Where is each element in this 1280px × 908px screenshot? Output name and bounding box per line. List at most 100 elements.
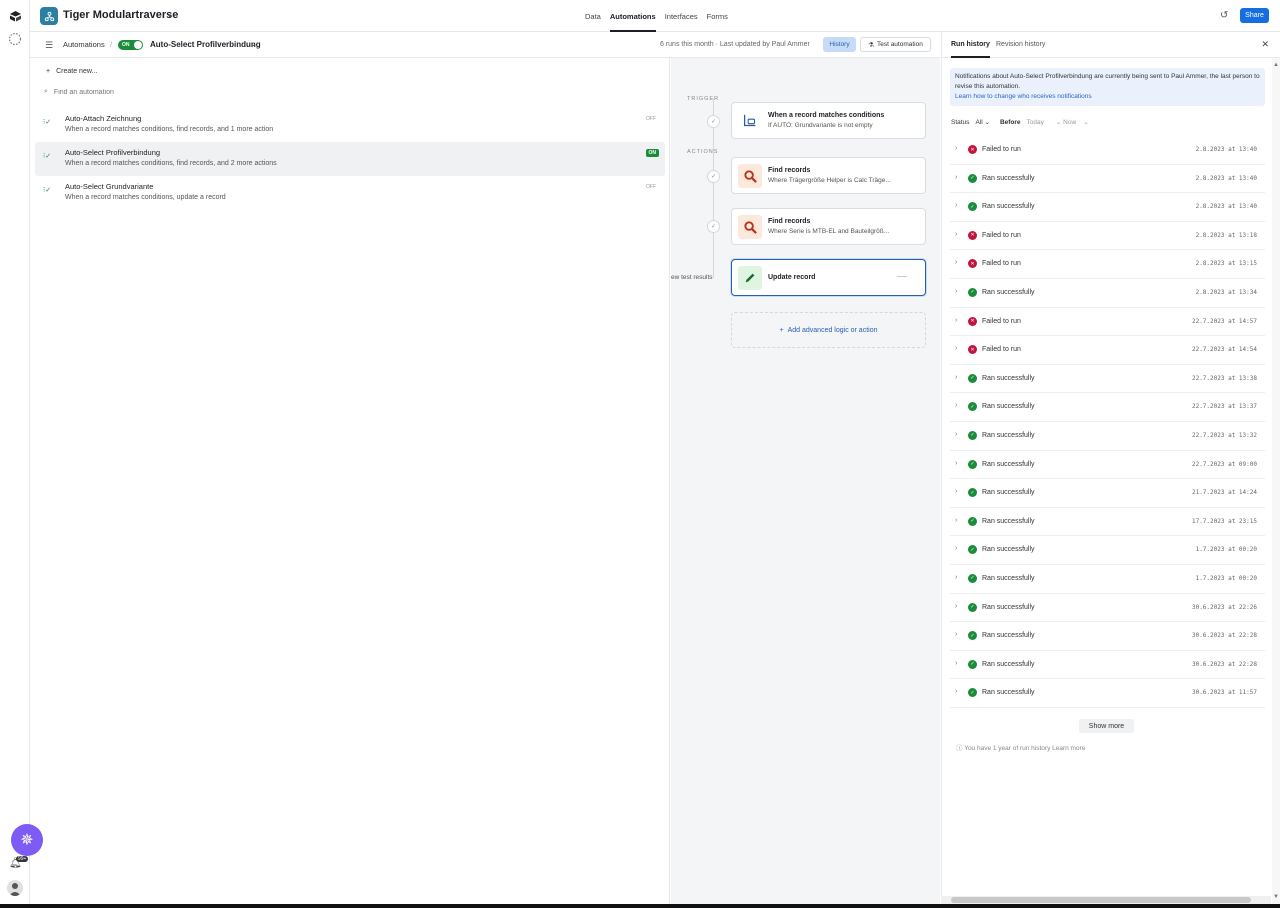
show-more-button[interactable]: Show more <box>1079 719 1134 733</box>
tab-forms[interactable]: Forms <box>707 0 728 32</box>
table-row[interactable]: › ✓ Ran successfully 30.6.2023 at 22:28 <box>950 651 1265 680</box>
tab-run-history[interactable]: Run history <box>951 41 990 58</box>
horizontal-scrollbar[interactable] <box>941 896 1271 904</box>
history-icon[interactable]: ↺ <box>1220 10 1228 21</box>
chevron-down-icon[interactable]: ⌄ <box>166 9 174 20</box>
chevron-right-icon[interactable]: › <box>955 202 957 209</box>
action-card[interactable]: Find records Where Trägergröße Helper is… <box>731 157 926 194</box>
chevron-right-icon[interactable]: › <box>955 545 957 552</box>
notice-link[interactable]: Learn how to change who receives notific… <box>955 92 1260 102</box>
find-automation[interactable]: ⌕ <box>44 88 254 96</box>
chevron-right-icon[interactable]: › <box>955 688 957 695</box>
view-test-results-button[interactable]: ew test results <box>671 274 713 281</box>
scrollbar[interactable]: ▲ ▼ <box>1272 58 1280 908</box>
scroll-down-icon[interactable]: ▼ <box>1273 894 1279 900</box>
check-icon: ✓ <box>707 170 720 183</box>
list-item[interactable]: ⁝✓ Auto-Attach Zeichnung When a record m… <box>35 108 665 142</box>
check-icon: ✓ <box>707 115 720 128</box>
table-row[interactable]: › ✓ Ran successfully 30.6.2023 at 22:26 <box>950 594 1265 623</box>
run-filters: Status All ⌄ Before Today ⌄ Now ⌄ <box>951 118 1089 127</box>
top-bar: Tiger Modulartraverse ⌄ Data Automations… <box>30 0 1280 32</box>
chevron-right-icon[interactable]: › <box>955 431 957 438</box>
list-item[interactable]: ⁝✓ Auto-Select Grundvariante When a reco… <box>35 176 665 210</box>
success-icon: ✓ <box>968 545 977 555</box>
before-filter-label: Before <box>999 118 1021 126</box>
tab-data[interactable]: Data <box>585 0 601 32</box>
action-card[interactable]: Find records Where Serie is MTB-EL and B… <box>731 208 926 245</box>
chevron-right-icon[interactable]: › <box>955 631 957 638</box>
table-row[interactable]: › ✓ Ran successfully 1.7.2023 at 00:20 <box>950 565 1265 594</box>
menu-icon[interactable]: ☰ <box>45 40 53 51</box>
breadcrumb-automations[interactable]: Automations <box>63 40 105 49</box>
table-row[interactable]: › ✓ Ran successfully 22.7.2023 at 09:00 <box>950 451 1265 480</box>
list-item[interactable]: ⁝✓ Auto-Select Profilverbindung When a r… <box>35 142 665 176</box>
base-icon[interactable] <box>40 7 58 25</box>
scroll-up-icon[interactable]: ▲ <box>1273 62 1279 68</box>
tab-automations[interactable]: Automations <box>609 0 656 32</box>
avatar[interactable] <box>7 880 23 896</box>
chevron-right-icon[interactable]: › <box>955 259 957 266</box>
plus-icon: + <box>46 68 51 75</box>
table-row[interactable]: › ✓ Ran successfully 2.8.2023 at 13:40 <box>950 193 1265 222</box>
table-row[interactable]: › ✓ Ran successfully 1.7.2023 at 00:20 <box>950 536 1265 565</box>
base-name[interactable]: Tiger Modulartraverse <box>63 9 178 21</box>
table-row[interactable]: › ✓ Ran successfully 22.7.2023 at 13:32 <box>950 422 1265 451</box>
status-filter-select[interactable]: All ⌄ <box>975 118 990 126</box>
loading-icon <box>8 32 22 46</box>
table-row[interactable]: › ✕ Failed to run 22.7.2023 at 14:54 <box>950 336 1265 365</box>
chevron-right-icon[interactable]: › <box>955 231 957 238</box>
chevron-right-icon[interactable]: › <box>955 660 957 667</box>
table-row[interactable]: › ✓ Ran successfully 17.7.2023 at 23:15 <box>950 508 1265 537</box>
action-card[interactable]: Update record <box>731 259 926 296</box>
chevron-right-icon[interactable]: › <box>955 374 957 381</box>
chevron-down-icon[interactable]: ⌄ <box>250 39 257 48</box>
table-row[interactable]: › ✕ Failed to run 22.7.2023 at 14:57 <box>950 308 1265 337</box>
automation-list: + Create new... ⌕ ⁝✓ Auto-Attach Zeichnu… <box>30 58 670 908</box>
table-row[interactable]: › ✕ Failed to run 2.8.2023 at 13:18 <box>950 222 1265 251</box>
chevron-right-icon[interactable]: › <box>955 145 957 152</box>
automation-toggle[interactable]: ON <box>118 40 143 50</box>
chevron-right-icon[interactable]: › <box>955 574 957 581</box>
find-automation-input[interactable] <box>53 88 254 96</box>
chevron-right-icon[interactable]: › <box>955 460 957 467</box>
table-row[interactable]: › ✓ Ran successfully 21.7.2023 at 14:24 <box>950 479 1265 508</box>
table-row[interactable]: › ✓ Ran successfully 30.6.2023 at 22:28 <box>950 622 1265 651</box>
notice-text: Notifications about Auto-Select Profilve… <box>955 73 1260 90</box>
share-button[interactable]: Share <box>1240 8 1269 23</box>
scrollbar-thumb[interactable] <box>951 897 1251 903</box>
chevron-right-icon[interactable]: › <box>955 517 957 524</box>
drag-handle[interactable] <box>897 276 907 277</box>
create-new-button[interactable]: + Create new... <box>46 68 97 75</box>
success-icon: ✓ <box>968 659 977 669</box>
before-date-input[interactable]: Today <box>1027 119 1044 126</box>
chevron-right-icon[interactable]: › <box>955 488 957 495</box>
chevron-right-icon[interactable]: › <box>955 174 957 181</box>
chevron-right-icon[interactable]: › <box>955 402 957 409</box>
chevron-right-icon[interactable]: › <box>955 317 957 324</box>
automation-meta: 6 runs this month · Last updated by Paul… <box>660 41 810 48</box>
trigger-card[interactable]: When a record matches conditions If AUTO… <box>731 102 926 139</box>
test-automation-button[interactable]: ⚗ Test automation <box>860 37 931 52</box>
table-row[interactable]: › ✓ Ran successfully 2.8.2023 at 13:40 <box>950 165 1265 194</box>
automation-title: Auto-Select Grundvariante <box>65 182 154 191</box>
table-row[interactable]: › ✓ Ran successfully 22.7.2023 at 13:37 <box>950 393 1265 422</box>
table-row[interactable]: › ✓ Ran successfully 30.6.2023 at 11:57 <box>950 679 1265 708</box>
close-icon[interactable]: ✕ <box>1261 39 1269 50</box>
table-row[interactable]: › ✓ Ran successfully 2.8.2023 at 13:34 <box>950 279 1265 308</box>
history-button[interactable]: History <box>823 37 856 52</box>
airtable-logo-icon[interactable] <box>9 10 22 22</box>
chevron-right-icon[interactable]: › <box>955 345 957 352</box>
chevron-right-icon[interactable]: › <box>955 603 957 610</box>
chevron-right-icon[interactable]: › <box>955 288 957 295</box>
tab-interfaces[interactable]: Interfaces <box>665 0 698 32</box>
failure-icon: ✕ <box>968 316 977 326</box>
automation-name[interactable]: Auto-Select Profilverbindung <box>150 40 261 49</box>
table-row[interactable]: › ✕ Failed to run 2.8.2023 at 13:15 <box>950 250 1265 279</box>
add-logic-button[interactable]: + Add advanced logic or action <box>731 312 926 348</box>
notification-badge: 99+ <box>16 856 29 862</box>
tab-revision-history[interactable]: Revision history <box>996 41 1045 48</box>
table-row[interactable]: › ✕ Failed to run 2.8.2023 at 13:40 <box>950 136 1265 165</box>
table-row[interactable]: › ✓ Ran successfully 22.7.2023 at 13:38 <box>950 365 1265 394</box>
run-list: › ✕ Failed to run 2.8.2023 at 13:40 › ✓ Ran s… <box>950 136 1265 708</box>
before-time-input[interactable]: ⌄ Now ⌄ <box>1056 118 1089 126</box>
